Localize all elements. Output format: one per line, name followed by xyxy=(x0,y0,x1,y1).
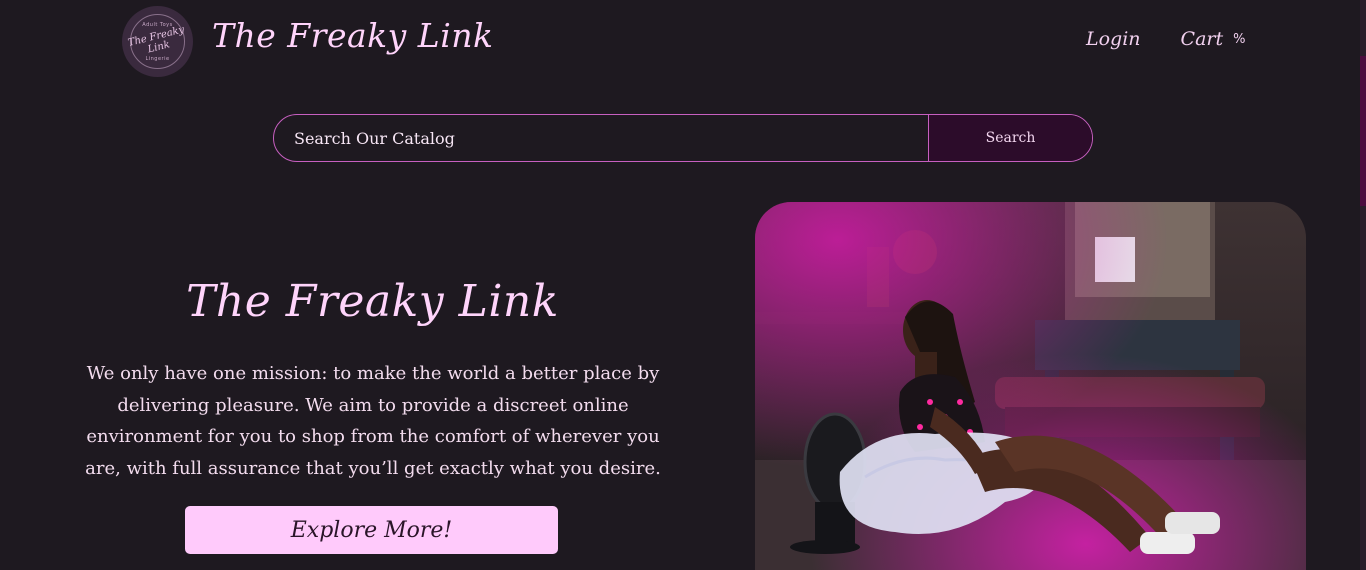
site-logo[interactable]: Adult Toys The Freaky Link Lingerie xyxy=(122,6,193,77)
hero-image xyxy=(755,202,1306,570)
search-bar: Search xyxy=(273,114,1093,162)
brand-title[interactable]: The Freaky Link xyxy=(212,16,494,55)
hero-description: We only have one mission: to make the wo… xyxy=(85,363,661,479)
hero-photo-illustration xyxy=(755,202,1306,570)
top-nav: Login Cart % xyxy=(1086,28,1246,50)
logo-bottom-text: Lingerie xyxy=(145,55,170,62)
login-link[interactable]: Login xyxy=(1086,28,1141,50)
page-scrollbar[interactable] xyxy=(1360,0,1366,570)
scrollbar-thumb[interactable] xyxy=(1360,56,1366,206)
hero-title: The Freaky Link xyxy=(186,276,559,327)
search-input[interactable] xyxy=(274,115,928,161)
search-button[interactable]: Search xyxy=(928,115,1092,161)
cart-icon[interactable]: % xyxy=(1233,32,1245,47)
cart-link[interactable]: Cart xyxy=(1181,28,1224,50)
logo-top-text: Adult Toys xyxy=(142,21,173,28)
explore-more-button[interactable]: Explore More! xyxy=(185,506,558,554)
